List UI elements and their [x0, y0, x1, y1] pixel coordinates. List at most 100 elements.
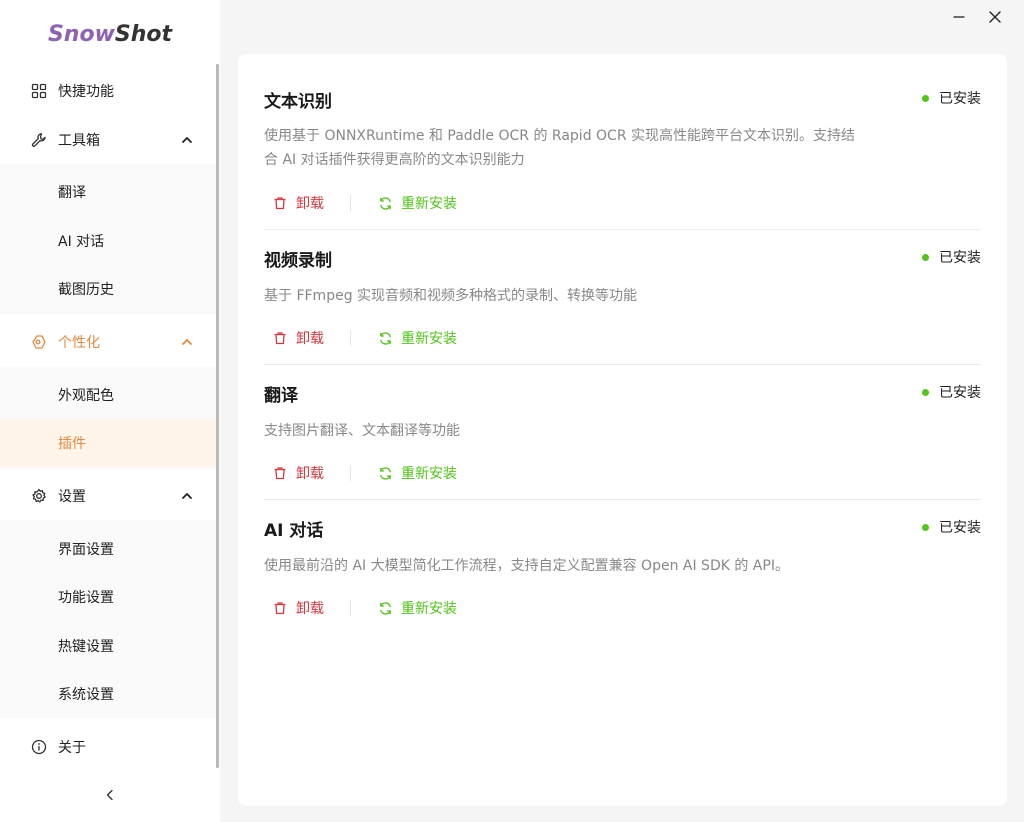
status-label: 已安装	[939, 385, 981, 401]
sidebar-item-settings[interactable]: 设置	[0, 472, 216, 520]
grid-icon	[30, 82, 48, 100]
sidebar-item-hotkey-settings[interactable]: 热键设置	[0, 622, 216, 670]
reinstall-button[interactable]: 重新安装	[377, 597, 457, 619]
sidebar-item-toolbox[interactable]: 工具箱	[0, 116, 216, 164]
sidebar-item-label: 系统设置	[58, 687, 114, 703]
plugin-actions: 卸载 重新安装	[272, 597, 457, 619]
sidebar-item-about[interactable]: 关于	[0, 723, 216, 771]
status-badge: 已安装	[922, 382, 981, 402]
sidebar-item-interface-settings[interactable]: 界面设置	[0, 525, 216, 573]
plugin-title: 视频录制	[264, 251, 332, 271]
sidebar-item-label: 热键设置	[58, 639, 114, 655]
uninstall-label: 卸载	[296, 196, 324, 212]
uninstall-label: 卸载	[296, 331, 324, 347]
app-logo: SnowShot	[0, 22, 220, 47]
logo-snow: Snow	[47, 22, 115, 47]
sidebar-item-label: 设置	[58, 489, 86, 505]
reinstall-label: 重新安装	[401, 196, 457, 212]
plugins-card: 文本识别 已安装 使用基于 ONNXRuntime 和 Paddle OCR 的…	[238, 54, 1007, 806]
sidebar-item-label: 外观配色	[58, 388, 114, 404]
refresh-icon	[377, 330, 393, 346]
plugin-title: 文本识别	[264, 92, 332, 112]
status-label: 已安装	[939, 520, 981, 536]
sidebar-item-label: 插件	[58, 436, 86, 452]
info-icon	[30, 738, 48, 756]
close-button[interactable]	[983, 6, 1007, 30]
action-divider	[350, 330, 351, 346]
uninstall-button[interactable]: 卸载	[272, 462, 324, 484]
sidebar-item-personalization[interactable]: 个性化	[0, 318, 216, 366]
action-divider	[350, 465, 351, 481]
sidebar-item-label: 界面设置	[58, 542, 114, 558]
reinstall-label: 重新安装	[401, 466, 457, 482]
uninstall-button[interactable]: 卸载	[272, 597, 324, 619]
refresh-icon	[377, 195, 393, 211]
toolbox-submenu: 翻译 AI 对话 截图历史	[0, 164, 216, 314]
sidebar-item-label: 个性化	[58, 335, 100, 351]
sidebar-item-ai-chat[interactable]: AI 对话	[0, 217, 216, 265]
uninstall-button[interactable]: 卸载	[272, 327, 324, 349]
plugin-ocr: 文本识别 已安装 使用基于 ONNXRuntime 和 Paddle OCR 的…	[264, 54, 981, 230]
reinstall-label: 重新安装	[401, 331, 457, 347]
sidebar-item-screenshot-history[interactable]: 截图历史	[0, 265, 216, 313]
sidebar-item-quick-functions[interactable]: 快捷功能	[0, 67, 216, 115]
plugin-translate: 翻译 已安装 支持图片翻译、文本翻译等功能 卸载 重新安装	[264, 365, 981, 500]
reinstall-label: 重新安装	[401, 601, 457, 617]
palette-icon	[30, 333, 48, 351]
collapse-sidebar-button[interactable]	[100, 786, 120, 806]
sidebar: SnowShot 快捷功能 工具箱 翻译 AI 对话 截图历史 个性化 外观配色…	[0, 0, 220, 822]
sidebar-item-appearance[interactable]: 外观配色	[0, 371, 216, 419]
status-badge: 已安装	[922, 88, 981, 108]
plugin-description-line: 使用基于 ONNXRuntime 和 Paddle OCR 的 Rapid OC…	[264, 128, 856, 144]
uninstall-button[interactable]: 卸载	[272, 192, 324, 214]
action-divider	[350, 600, 351, 616]
trash-icon	[272, 600, 288, 616]
uninstall-label: 卸载	[296, 466, 324, 482]
trash-icon	[272, 195, 288, 211]
reinstall-button[interactable]: 重新安装	[377, 327, 457, 349]
trash-icon	[272, 330, 288, 346]
status-dot	[922, 94, 929, 102]
sidebar-item-label: 功能设置	[58, 590, 114, 606]
reinstall-button[interactable]: 重新安装	[377, 192, 457, 214]
chevron-up-icon	[180, 335, 194, 349]
close-icon	[988, 9, 1002, 28]
sidebar-item-label: 截图历史	[58, 282, 114, 298]
status-dot	[922, 523, 929, 531]
status-dot	[922, 388, 929, 396]
plugin-description: 使用最前沿的 AI 大模型简化工作流程，支持自定义配置兼容 Open AI SD…	[264, 554, 981, 578]
gear-icon	[30, 487, 48, 505]
plugin-description-line: 支持图片翻译、文本翻译等功能	[264, 423, 460, 439]
sidebar-item-label: 工具箱	[58, 133, 100, 149]
action-divider	[350, 195, 351, 211]
trash-icon	[272, 465, 288, 481]
sidebar-item-system-settings[interactable]: 系统设置	[0, 670, 216, 718]
plugin-video-recording: 视频录制 已安装 基于 FFmpeg 实现音频和视频多种格式的录制、转换等功能 …	[264, 230, 981, 365]
plugin-actions: 卸载 重新安装	[272, 327, 457, 349]
plugin-description-line: 基于 FFmpeg 实现音频和视频多种格式的录制、转换等功能	[264, 288, 638, 304]
sidebar-item-function-settings[interactable]: 功能设置	[0, 573, 216, 621]
chevron-left-icon	[103, 787, 117, 806]
reinstall-button[interactable]: 重新安装	[377, 462, 457, 484]
plugin-description: 支持图片翻译、文本翻译等功能	[264, 419, 889, 443]
plugin-description: 使用基于 ONNXRuntime 和 Paddle OCR 的 Rapid OC…	[264, 124, 889, 172]
status-label: 已安装	[939, 250, 981, 266]
sidebar-item-label: AI 对话	[58, 234, 105, 250]
status-label: 已安装	[939, 91, 981, 107]
sidebar-item-label: 关于	[58, 740, 86, 756]
sidebar-item-plugins[interactable]: 插件	[0, 419, 216, 467]
sidebar-item-label: 翻译	[58, 185, 86, 201]
uninstall-label: 卸载	[296, 601, 324, 617]
plugin-description-line: 使用最前沿的 AI 大模型简化工作流程，支持自定义配置兼容 Open AI SD…	[264, 558, 789, 574]
sidebar-item-translate[interactable]: 翻译	[0, 168, 216, 216]
status-dot	[922, 253, 929, 261]
minimize-button[interactable]	[947, 6, 971, 30]
settings-submenu: 界面设置 功能设置 热键设置 系统设置	[0, 520, 216, 718]
plugin-title: AI 对话	[264, 521, 324, 541]
plugin-actions: 卸载 重新安装	[272, 192, 457, 214]
plugin-ai-chat: AI 对话 已安装 使用最前沿的 AI 大模型简化工作流程，支持自定义配置兼容 …	[264, 500, 981, 635]
plugin-description: 基于 FFmpeg 实现音频和视频多种格式的录制、转换等功能	[264, 284, 889, 308]
sidebar-scrollbar[interactable]	[216, 64, 219, 768]
plugin-description-line: 合 AI 对话插件获得更高阶的文本识别能力	[264, 152, 525, 168]
refresh-icon	[377, 465, 393, 481]
